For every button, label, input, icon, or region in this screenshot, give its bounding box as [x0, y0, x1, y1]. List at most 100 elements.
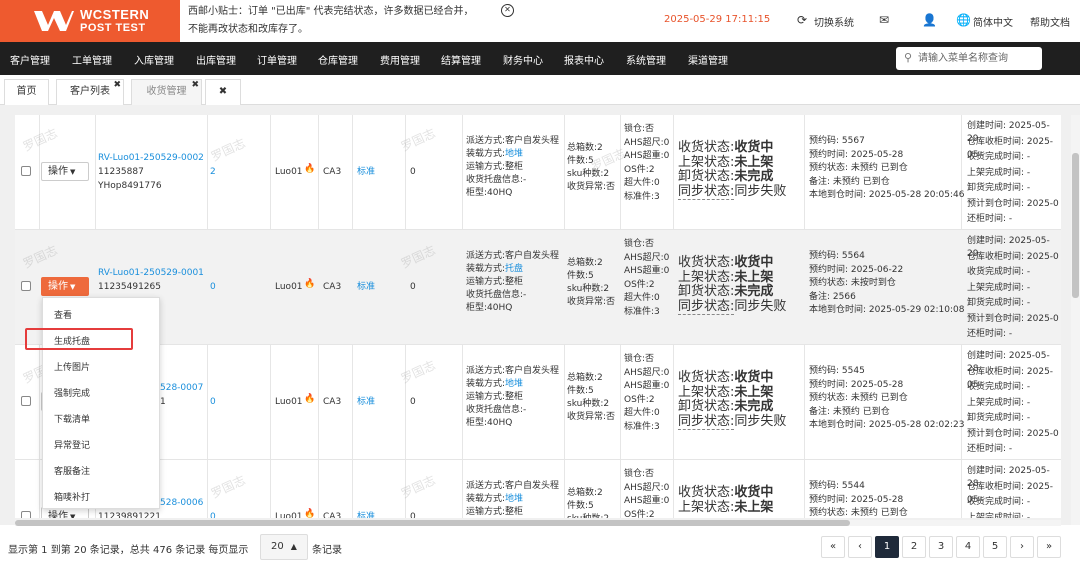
- shipping-info-line: 装载方式:地堆: [466, 149, 524, 159]
- fire-icon: 🔥: [304, 279, 316, 289]
- nav-item-system[interactable]: 系统管理: [626, 52, 666, 67]
- menu-item-force-complete[interactable]: 强制完成: [54, 386, 90, 399]
- nav-item-settlement[interactable]: 结算管理: [441, 52, 481, 67]
- box-count-link[interactable]: 0: [210, 396, 216, 409]
- close-icon[interactable]: ✖: [191, 73, 199, 97]
- prev-page-button[interactable]: ‹: [848, 536, 872, 558]
- status-label: 收货状态:: [678, 140, 735, 155]
- box-count-link[interactable]: 0: [210, 281, 216, 294]
- first-page-button[interactable]: «: [821, 536, 845, 558]
- receipt-code-link[interactable]: 528-0007: [160, 382, 203, 395]
- shipping-info-line: 派送方式:客户自发头程: [466, 251, 560, 261]
- table-row: 操作 ▼ RV-Luo01-250529-0002 11235887 YHop84917…: [15, 115, 1061, 230]
- receipt-type-link[interactable]: 标准: [357, 281, 375, 294]
- menu-item-service-note[interactable]: 客服备注: [54, 464, 90, 477]
- menu-item-exception-register[interactable]: 异常登记: [54, 438, 90, 451]
- receipt-type-link[interactable]: 标准: [357, 511, 375, 518]
- box-summary-line: 总箱数:2: [567, 143, 603, 153]
- cargo-flag-line: AHS超尺:0: [624, 367, 670, 378]
- box-summary-line: 总箱数:2: [567, 373, 603, 383]
- loading-method-value: 托盘: [505, 264, 524, 274]
- vertical-scrollbar[interactable]: [1071, 115, 1080, 525]
- page-2-button[interactable]: 2: [902, 536, 926, 558]
- status-label: 收货状态:: [678, 370, 735, 385]
- close-icon[interactable]: ✖: [219, 86, 227, 97]
- row-action-button[interactable]: 操作▼: [41, 162, 89, 181]
- container-number: 11239891221: [98, 512, 161, 518]
- refresh-icon[interactable]: ⟳: [797, 13, 807, 27]
- menu-item-reprint-label[interactable]: 箱唛补打: [54, 490, 90, 503]
- close-icon[interactable]: ✖: [113, 73, 121, 97]
- nav-item-workorders[interactable]: 工单管理: [72, 52, 112, 67]
- shipping-info-line: 运输方式:整柜: [466, 162, 524, 172]
- status-line: 同步状态:同步失败: [678, 298, 786, 315]
- shipping-info-line: 装载方式:地堆: [466, 494, 524, 504]
- page-3-button[interactable]: 3: [929, 536, 953, 558]
- tab-customer-list[interactable]: 客户列表 ✖: [56, 79, 124, 105]
- receipt-type-link[interactable]: 标准: [357, 166, 375, 179]
- appointment-line: 预约时间: 2025-05-28: [809, 149, 904, 160]
- notice-close-icon[interactable]: ✕: [501, 4, 514, 17]
- menu-item-upload-image[interactable]: 上传图片: [54, 360, 90, 373]
- nav-item-reports[interactable]: 报表中心: [564, 52, 604, 67]
- logo-mark-icon: [34, 11, 74, 31]
- globe-icon[interactable]: 🌐: [956, 13, 971, 27]
- box-count-link[interactable]: 0: [210, 511, 216, 518]
- tab-receiving[interactable]: 收货管理 ✖: [131, 79, 202, 105]
- caret-up-icon: ▲: [290, 542, 297, 551]
- menu-item-download-list[interactable]: 下载清单: [54, 412, 90, 425]
- nav-item-inbound[interactable]: 入库管理: [134, 52, 174, 67]
- box-summary-line: sku种数:2: [567, 169, 610, 179]
- appointment-line: 本地到仓时间: 2025-05-29 02:10:08: [809, 305, 965, 315]
- page-5-button[interactable]: 5: [983, 536, 1007, 558]
- nav-item-warehouse[interactable]: 仓库管理: [318, 52, 358, 67]
- nav-item-fees[interactable]: 费用管理: [380, 52, 420, 67]
- receipt-code-link[interactable]: RV-Luo01-250529-0001: [98, 267, 204, 280]
- search-icon: ⚲: [904, 51, 913, 64]
- last-page-button[interactable]: »: [1037, 536, 1061, 558]
- appointment-line: 备注: 未预约 已到仓: [809, 406, 890, 417]
- tab-home[interactable]: 首页: [4, 79, 49, 105]
- box-count-link[interactable]: 2: [210, 166, 216, 179]
- menu-item-view[interactable]: 查看: [54, 308, 72, 321]
- receipt-code-link[interactable]: 528-0006: [160, 497, 203, 510]
- nav-item-finance[interactable]: 财务中心: [503, 52, 543, 67]
- shipping-info-line: 运输方式:整柜: [466, 392, 524, 402]
- logo[interactable]: WCSTERN POST TEST: [0, 0, 180, 42]
- mail-icon[interactable]: ✉: [879, 13, 889, 27]
- tab-close-all[interactable]: ✖: [205, 79, 241, 105]
- row-checkbox[interactable]: [21, 511, 31, 518]
- menu-search-input[interactable]: [918, 50, 1036, 67]
- row-checkbox[interactable]: [21, 166, 31, 176]
- status-value: 未上架: [734, 499, 774, 515]
- nav-item-orders[interactable]: 订单管理: [257, 52, 297, 67]
- page-4-button[interactable]: 4: [956, 536, 980, 558]
- status-value: 收货中: [734, 370, 774, 385]
- next-page-button[interactable]: ›: [1010, 536, 1034, 558]
- scroll-thumb[interactable]: [1072, 153, 1079, 298]
- help-docs-link[interactable]: 帮助文档: [1030, 14, 1070, 29]
- status-line: 卸货状态:未完成: [678, 169, 773, 185]
- timestamp-line: 卸货完成时间: -: [967, 183, 1031, 193]
- row-checkbox[interactable]: [21, 396, 31, 406]
- shipping-info-line: 柜型:40HQ: [466, 188, 513, 198]
- nav-item-outbound[interactable]: 出库管理: [196, 52, 236, 67]
- row-action-button[interactable]: 操作▼: [41, 277, 89, 296]
- switch-system-link[interactable]: 切换系统: [814, 14, 854, 29]
- box-summary-line: 总箱数:2: [567, 488, 603, 498]
- tab-label: 首页: [16, 86, 37, 97]
- cargo-flag-line: 锁仓:否: [624, 469, 655, 479]
- page-1-button[interactable]: 1: [875, 536, 899, 558]
- cargo-flag-line: 标准件:3: [624, 191, 660, 202]
- timestamp-line: 收货完成时间: -: [967, 497, 1031, 507]
- nav-item-customers[interactable]: 客户管理: [10, 52, 50, 67]
- language-select[interactable]: 简体中文: [973, 14, 1013, 29]
- user-icon[interactable]: 👤: [922, 13, 937, 27]
- row-checkbox[interactable]: [21, 281, 31, 291]
- cargo-flag-line: 超大件:0: [624, 293, 660, 303]
- nav-item-channels[interactable]: 渠道管理: [688, 52, 728, 67]
- cargo-flag-line: 标准件:3: [624, 306, 660, 317]
- receipt-code-link[interactable]: RV-Luo01-250529-0002: [98, 152, 204, 165]
- receipt-type-link[interactable]: 标准: [357, 396, 375, 409]
- page-size-select[interactable]: 20 ▲: [260, 534, 308, 560]
